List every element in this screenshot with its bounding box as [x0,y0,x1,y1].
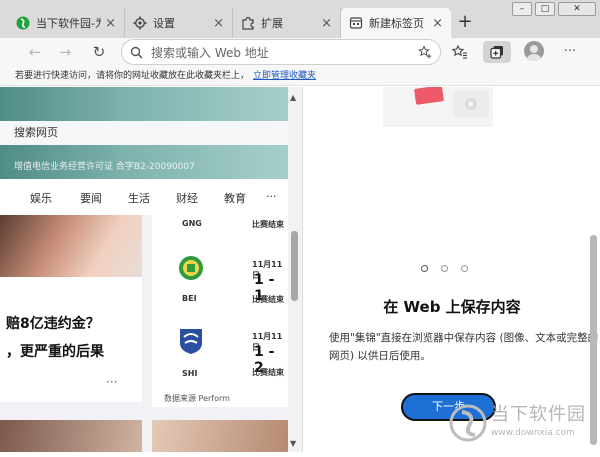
news-thumbnail[interactable] [152,420,288,452]
add-favorite-icon[interactable] [418,45,432,59]
profile-avatar[interactable] [524,41,544,61]
new-tab-button[interactable]: + [454,12,476,34]
tab-close-icon[interactable]: × [432,16,443,31]
team-name: GNG [182,219,202,228]
nav-item-headlines[interactable]: 要闻 [80,190,102,206]
tab-settings[interactable]: 设置 × [125,8,233,38]
nav-item-life[interactable]: 生活 [128,190,150,206]
news-category-nav: 娱乐 要闻 生活 财经 教育 ··· [0,179,288,215]
carousel-dots [421,261,481,275]
tab-strip: 当下软件园-为您 × 设置 × 扩展 × 新建标签页 × + – □ ✕ [0,0,600,38]
shanghai-shenhua-badge-icon [180,329,202,354]
back-button[interactable]: ← [24,41,46,63]
scrollbar-thumb[interactable] [291,231,298,301]
tab-close-icon[interactable]: × [213,16,224,31]
downxia-watermark-logo-icon [449,404,487,442]
collections-icon [490,46,503,59]
settings-more-button[interactable]: ··· [559,41,581,63]
nav-more-button[interactable]: ··· [266,190,277,203]
carousel-dot[interactable] [461,265,468,272]
web-search-input[interactable]: 搜索网页 [0,121,288,145]
tab-label: 新建标签页 [369,17,424,30]
manage-favorites-link[interactable]: 立即管理收藏夹 [253,71,316,81]
news-card[interactable]: 赔8亿违约金？ ，更严重的后果 ··· [0,277,142,402]
favorites-icon[interactable] [452,44,468,60]
team-name: BEI [182,294,197,303]
tab-label: 当下软件园-为您 [36,17,102,30]
puzzle-icon [242,16,254,30]
watermark-url: www.downxia.com [491,428,575,438]
maximize-button[interactable]: □ [535,2,555,16]
icp-license-text: 增值电信业务经营许可证 合字B2-20090007 [14,162,195,172]
match-status: 比赛结束 [252,368,284,377]
match-status: 比赛结束 [252,295,284,304]
favorites-bar-message: 若要进行快速访问，请将你的网址收藏放在此收藏夹栏上， [15,71,250,81]
scroll-down-icon[interactable]: ▼ [290,439,296,448]
news-thumbnail[interactable] [0,215,142,277]
hero-banner: 搜索网页 增值电信业务经营许可证 合字B2-20090007 [0,87,288,179]
carousel-dot[interactable] [421,265,428,272]
watermark: 当下软件园 www.downxia.com [449,398,599,454]
tab-extensions[interactable]: 扩展 × [233,8,341,38]
forward-button[interactable]: → [54,41,76,63]
gear-icon [133,16,147,30]
refresh-button[interactable]: ↻ [88,41,110,63]
close-window-button[interactable]: ✕ [558,2,596,16]
nav-item-entertainment[interactable]: 娱乐 [30,190,52,206]
nav-item-finance[interactable]: 财经 [176,190,198,206]
news-headline-line: 赔8亿违约金？ [6,316,100,332]
browser-toolbar: ← → ↻ 搜索或输入 Web 地址 ··· [0,38,600,66]
collections-illustration-icon [383,87,493,127]
tab-label: 扩展 [261,17,283,30]
panel-description: 使用"集锦"直接在浏览器中保存内容 (图像、文本或完整的网页) 以供日后使用。 [329,332,599,362]
beijing-guoan-badge-icon [179,256,203,280]
news-card-more-button[interactable]: ··· [106,375,117,389]
new-tab-page: 搜索网页 增值电信业务经营许可证 合字B2-20090007 娱乐 要闻 生活 … [0,87,302,452]
tab-label: 设置 [153,17,175,30]
nav-item-education[interactable]: 教育 [224,190,246,206]
downxia-logo-icon [16,16,30,30]
tab-close-icon[interactable]: × [321,16,332,31]
carousel-dot[interactable] [441,265,448,272]
user-icon [527,45,541,61]
page-scrollbar[interactable]: ▲ ▼ [288,87,301,452]
tab-new-tab[interactable]: 新建标签页 × [341,8,451,38]
data-source-label: 数据来源 Perform [164,394,230,403]
collections-button[interactable] [483,41,511,63]
address-bar[interactable]: 搜索或输入 Web 地址 [121,39,441,65]
watermark-text: 当下软件园 [491,404,586,425]
tab-close-icon[interactable]: × [105,16,116,31]
favorites-bar: 若要进行快速访问，请将你的网址收藏放在此收藏夹栏上， 立即管理收藏夹 [0,66,600,86]
tab-downxia[interactable]: 当下软件园-为您 × [8,8,125,38]
panel-title: 在 Web 上保存内容 [383,298,521,316]
newtab-page-icon [349,17,363,29]
scroll-up-icon[interactable]: ▲ [290,93,296,102]
match-status: 比赛结束 [252,220,284,229]
address-placeholder: 搜索或输入 Web 地址 [151,45,269,60]
sports-scores-card[interactable]: GNG 比赛结束 BEI 11月11日 1 - 1 比赛结束 SHI 11月11… [152,215,288,407]
minimize-button[interactable]: – [512,2,532,16]
news-headline-line: ，更严重的后果 [6,344,104,360]
news-thumbnail[interactable] [0,420,142,452]
search-icon [130,46,143,59]
team-name: SHI [182,369,198,378]
